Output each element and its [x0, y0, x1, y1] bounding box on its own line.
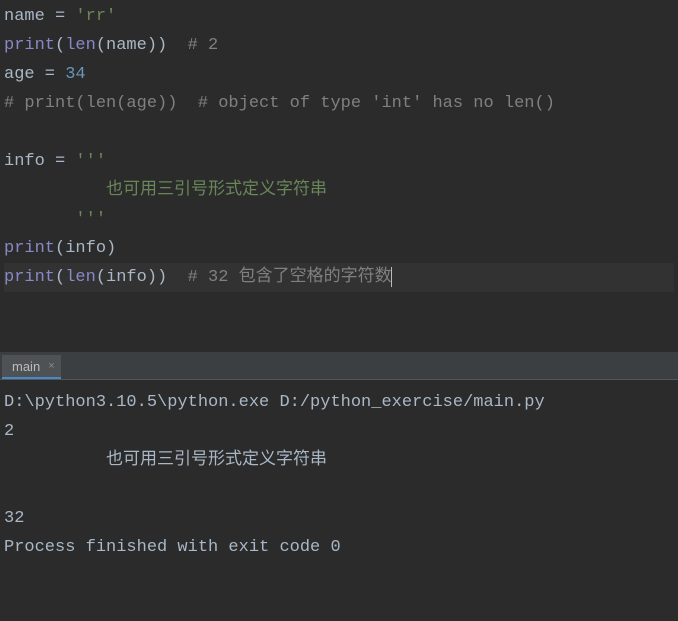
comment: # 2	[167, 36, 218, 55]
operator-eq: =	[35, 65, 66, 84]
paren: (	[96, 268, 106, 287]
console-line: 2	[4, 417, 674, 446]
paren: ))	[147, 268, 167, 287]
console-line	[4, 475, 674, 504]
variable-age: age	[4, 65, 35, 84]
code-editor[interactable]: name = 'rr' print(len(name)) # 2 age = 3…	[0, 0, 678, 352]
code-line[interactable]: info = '''	[4, 147, 674, 176]
paren: )	[106, 239, 116, 258]
variable-info: info	[106, 268, 147, 287]
builtin-len: len	[65, 268, 96, 287]
paren: (	[96, 36, 106, 55]
string-content: 也可用三引号形式定义字符串	[4, 181, 327, 200]
tab-label: main	[12, 359, 40, 374]
function-print: print	[4, 36, 55, 55]
code-line[interactable]: print(info)	[4, 234, 674, 263]
tab-main[interactable]: main ×	[2, 355, 61, 379]
code-line[interactable]: 也可用三引号形式定义字符串	[4, 176, 674, 205]
console-tab-bar: main ×	[0, 352, 678, 380]
run-console[interactable]: D:\python3.10.5\python.exe D:/python_exe…	[0, 380, 678, 620]
number-literal: 34	[65, 65, 85, 84]
variable-name: name	[106, 36, 147, 55]
code-line[interactable]: # print(len(age)) # object of type 'int'…	[4, 89, 674, 118]
code-line[interactable]	[4, 118, 674, 147]
paren: ))	[147, 36, 167, 55]
variable-info: info	[65, 239, 106, 258]
string-literal: 'rr'	[75, 7, 116, 26]
function-print: print	[4, 239, 55, 258]
code-line[interactable]: print(len(name)) # 2	[4, 31, 674, 60]
code-line[interactable]: age = 34	[4, 60, 674, 89]
operator-eq: =	[45, 152, 76, 171]
variable-info: info	[4, 152, 45, 171]
paren: (	[55, 268, 65, 287]
code-line[interactable]: '''	[4, 205, 674, 234]
comment: # 32 包含了空格的字符数	[167, 268, 391, 287]
close-icon[interactable]: ×	[48, 360, 54, 372]
code-line-current[interactable]: print(len(info)) # 32 包含了空格的字符数	[4, 263, 674, 292]
console-line: Process finished with exit code 0	[4, 533, 674, 562]
string-triple-close: '''	[4, 210, 106, 229]
console-line: D:\python3.10.5\python.exe D:/python_exe…	[4, 388, 674, 417]
operator-eq: =	[45, 7, 76, 26]
builtin-len: len	[65, 36, 96, 55]
function-print: print	[4, 268, 55, 287]
comment: # print(len(age)) # object of type 'int'…	[4, 94, 555, 113]
variable-name: name	[4, 7, 45, 26]
string-triple-open: '''	[75, 152, 106, 171]
code-line[interactable]: name = 'rr'	[4, 2, 674, 31]
console-line: 32	[4, 504, 674, 533]
text-cursor	[391, 267, 392, 287]
paren: (	[55, 239, 65, 258]
console-line: 也可用三引号形式定义字符串	[4, 446, 674, 475]
paren: (	[55, 36, 65, 55]
